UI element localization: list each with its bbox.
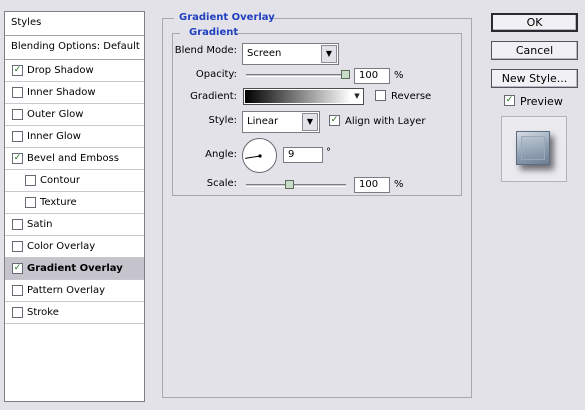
checkbox-icon[interactable] (12, 241, 23, 252)
gradient-overlay-title: Gradient Overlay (179, 12, 275, 23)
scale-unit: % (394, 179, 404, 190)
checkbox-icon[interactable]: ✓ (329, 115, 340, 126)
checkbox-icon[interactable] (12, 131, 23, 142)
gradient-picker[interactable]: ▼ (243, 88, 364, 105)
checkbox-icon[interactable] (12, 285, 23, 296)
style-item-label: Drop Shadow (27, 65, 94, 76)
style-item-label: Inner Glow (27, 131, 81, 142)
style-item-stroke[interactable]: Stroke (5, 302, 144, 324)
scale-slider[interactable] (246, 180, 346, 189)
style-value: Linear (247, 116, 279, 127)
style-item-label: Bevel and Emboss (27, 153, 119, 164)
cancel-button[interactable]: Cancel (491, 41, 578, 60)
scale-label: Scale: (206, 178, 237, 189)
style-item-inner-glow[interactable]: Inner Glow (5, 126, 144, 148)
style-item-label: Inner Shadow (27, 87, 96, 98)
chevron-down-icon[interactable]: ▼ (352, 90, 362, 103)
align-with-layer-checkbox[interactable]: ✓ Align with Layer (329, 115, 426, 128)
angle-label: Angle: (205, 149, 237, 160)
opacity-label: Opacity: (195, 69, 237, 80)
chevron-down-icon[interactable]: ▼ (302, 113, 318, 131)
style-item-gradient-overlay[interactable]: ✓ Gradient Overlay (5, 258, 144, 280)
style-item-satin[interactable]: Satin (5, 214, 144, 236)
style-item-bevel-and-emboss[interactable]: ✓ Bevel and Emboss (5, 148, 144, 170)
blend-mode-label: Blend Mode: (174, 45, 237, 56)
align-with-layer-label: Align with Layer (345, 116, 426, 127)
preview-label: Preview (520, 95, 563, 108)
styles-header[interactable]: Styles (5, 12, 144, 36)
style-select[interactable]: Linear ▼ (242, 111, 320, 133)
style-preview (501, 116, 567, 182)
reverse-checkbox[interactable]: Reverse (375, 90, 431, 103)
checkbox-icon[interactable]: ✓ (12, 65, 23, 76)
angle-needle-icon (245, 154, 262, 159)
blending-options-item[interactable]: Blending Options: Default (5, 36, 144, 60)
opacity-slider[interactable] (246, 70, 350, 79)
style-item-label: Color Overlay (27, 241, 96, 252)
checkbox-icon[interactable] (25, 197, 36, 208)
style-item-pattern-overlay[interactable]: Pattern Overlay (5, 280, 144, 302)
style-item-label: Stroke (27, 307, 59, 318)
checkbox-icon[interactable] (25, 175, 36, 186)
scale-input[interactable]: 100 (354, 177, 390, 193)
style-item-label: Pattern Overlay (27, 285, 106, 296)
gradient-subgroup-title: Gradient (189, 27, 239, 38)
styles-panel: Styles Blending Options: Default ✓ Drop S… (4, 11, 145, 402)
style-label: Style: (208, 115, 238, 126)
style-item-label: Outer Glow (27, 109, 84, 120)
checkbox-icon[interactable] (12, 87, 23, 98)
opacity-input[interactable]: 100 (354, 68, 390, 84)
new-style-button[interactable]: New Style... (491, 69, 578, 88)
checkbox-icon[interactable]: ✓ (12, 263, 23, 274)
style-item-label: Satin (27, 219, 53, 230)
preview-checkbox[interactable]: ✓ Preview (504, 95, 563, 108)
preview-swatch (516, 131, 550, 165)
angle-input[interactable]: 9 (283, 147, 323, 163)
blend-mode-value: Screen (247, 48, 282, 59)
style-item-inner-shadow[interactable]: Inner Shadow (5, 82, 144, 104)
style-item-contour[interactable]: Contour (5, 170, 144, 192)
gradient-preview-bar[interactable] (245, 90, 351, 103)
style-item-label: Contour (40, 175, 80, 186)
opacity-slider-thumb[interactable] (341, 70, 350, 79)
style-list: ✓ Drop Shadow Inner Shadow Outer Glow Inner … (5, 60, 144, 324)
angle-dial[interactable] (242, 138, 277, 173)
ok-button[interactable]: OK (491, 13, 578, 32)
style-item-label: Texture (40, 197, 77, 208)
chevron-down-icon[interactable]: ▼ (321, 45, 337, 63)
opacity-unit: % (394, 70, 404, 81)
style-item-texture[interactable]: Texture (5, 192, 144, 214)
style-item-color-overlay[interactable]: Color Overlay (5, 236, 144, 258)
blend-mode-select[interactable]: Screen ▼ (242, 43, 339, 65)
checkbox-icon[interactable]: ✓ (12, 153, 23, 164)
checkbox-icon[interactable] (12, 109, 23, 120)
checkbox-icon[interactable] (375, 90, 386, 101)
checkbox-icon[interactable]: ✓ (504, 95, 515, 106)
scale-slider-thumb[interactable] (285, 180, 294, 189)
checkbox-icon[interactable] (12, 307, 23, 318)
style-item-drop-shadow[interactable]: ✓ Drop Shadow (5, 60, 144, 82)
reverse-label: Reverse (391, 91, 432, 102)
style-item-outer-glow[interactable]: Outer Glow (5, 104, 144, 126)
angle-unit: ° (326, 147, 331, 158)
gradient-label: Gradient: (190, 91, 237, 102)
style-item-label: Gradient Overlay (27, 263, 123, 274)
checkbox-icon[interactable] (12, 219, 23, 230)
